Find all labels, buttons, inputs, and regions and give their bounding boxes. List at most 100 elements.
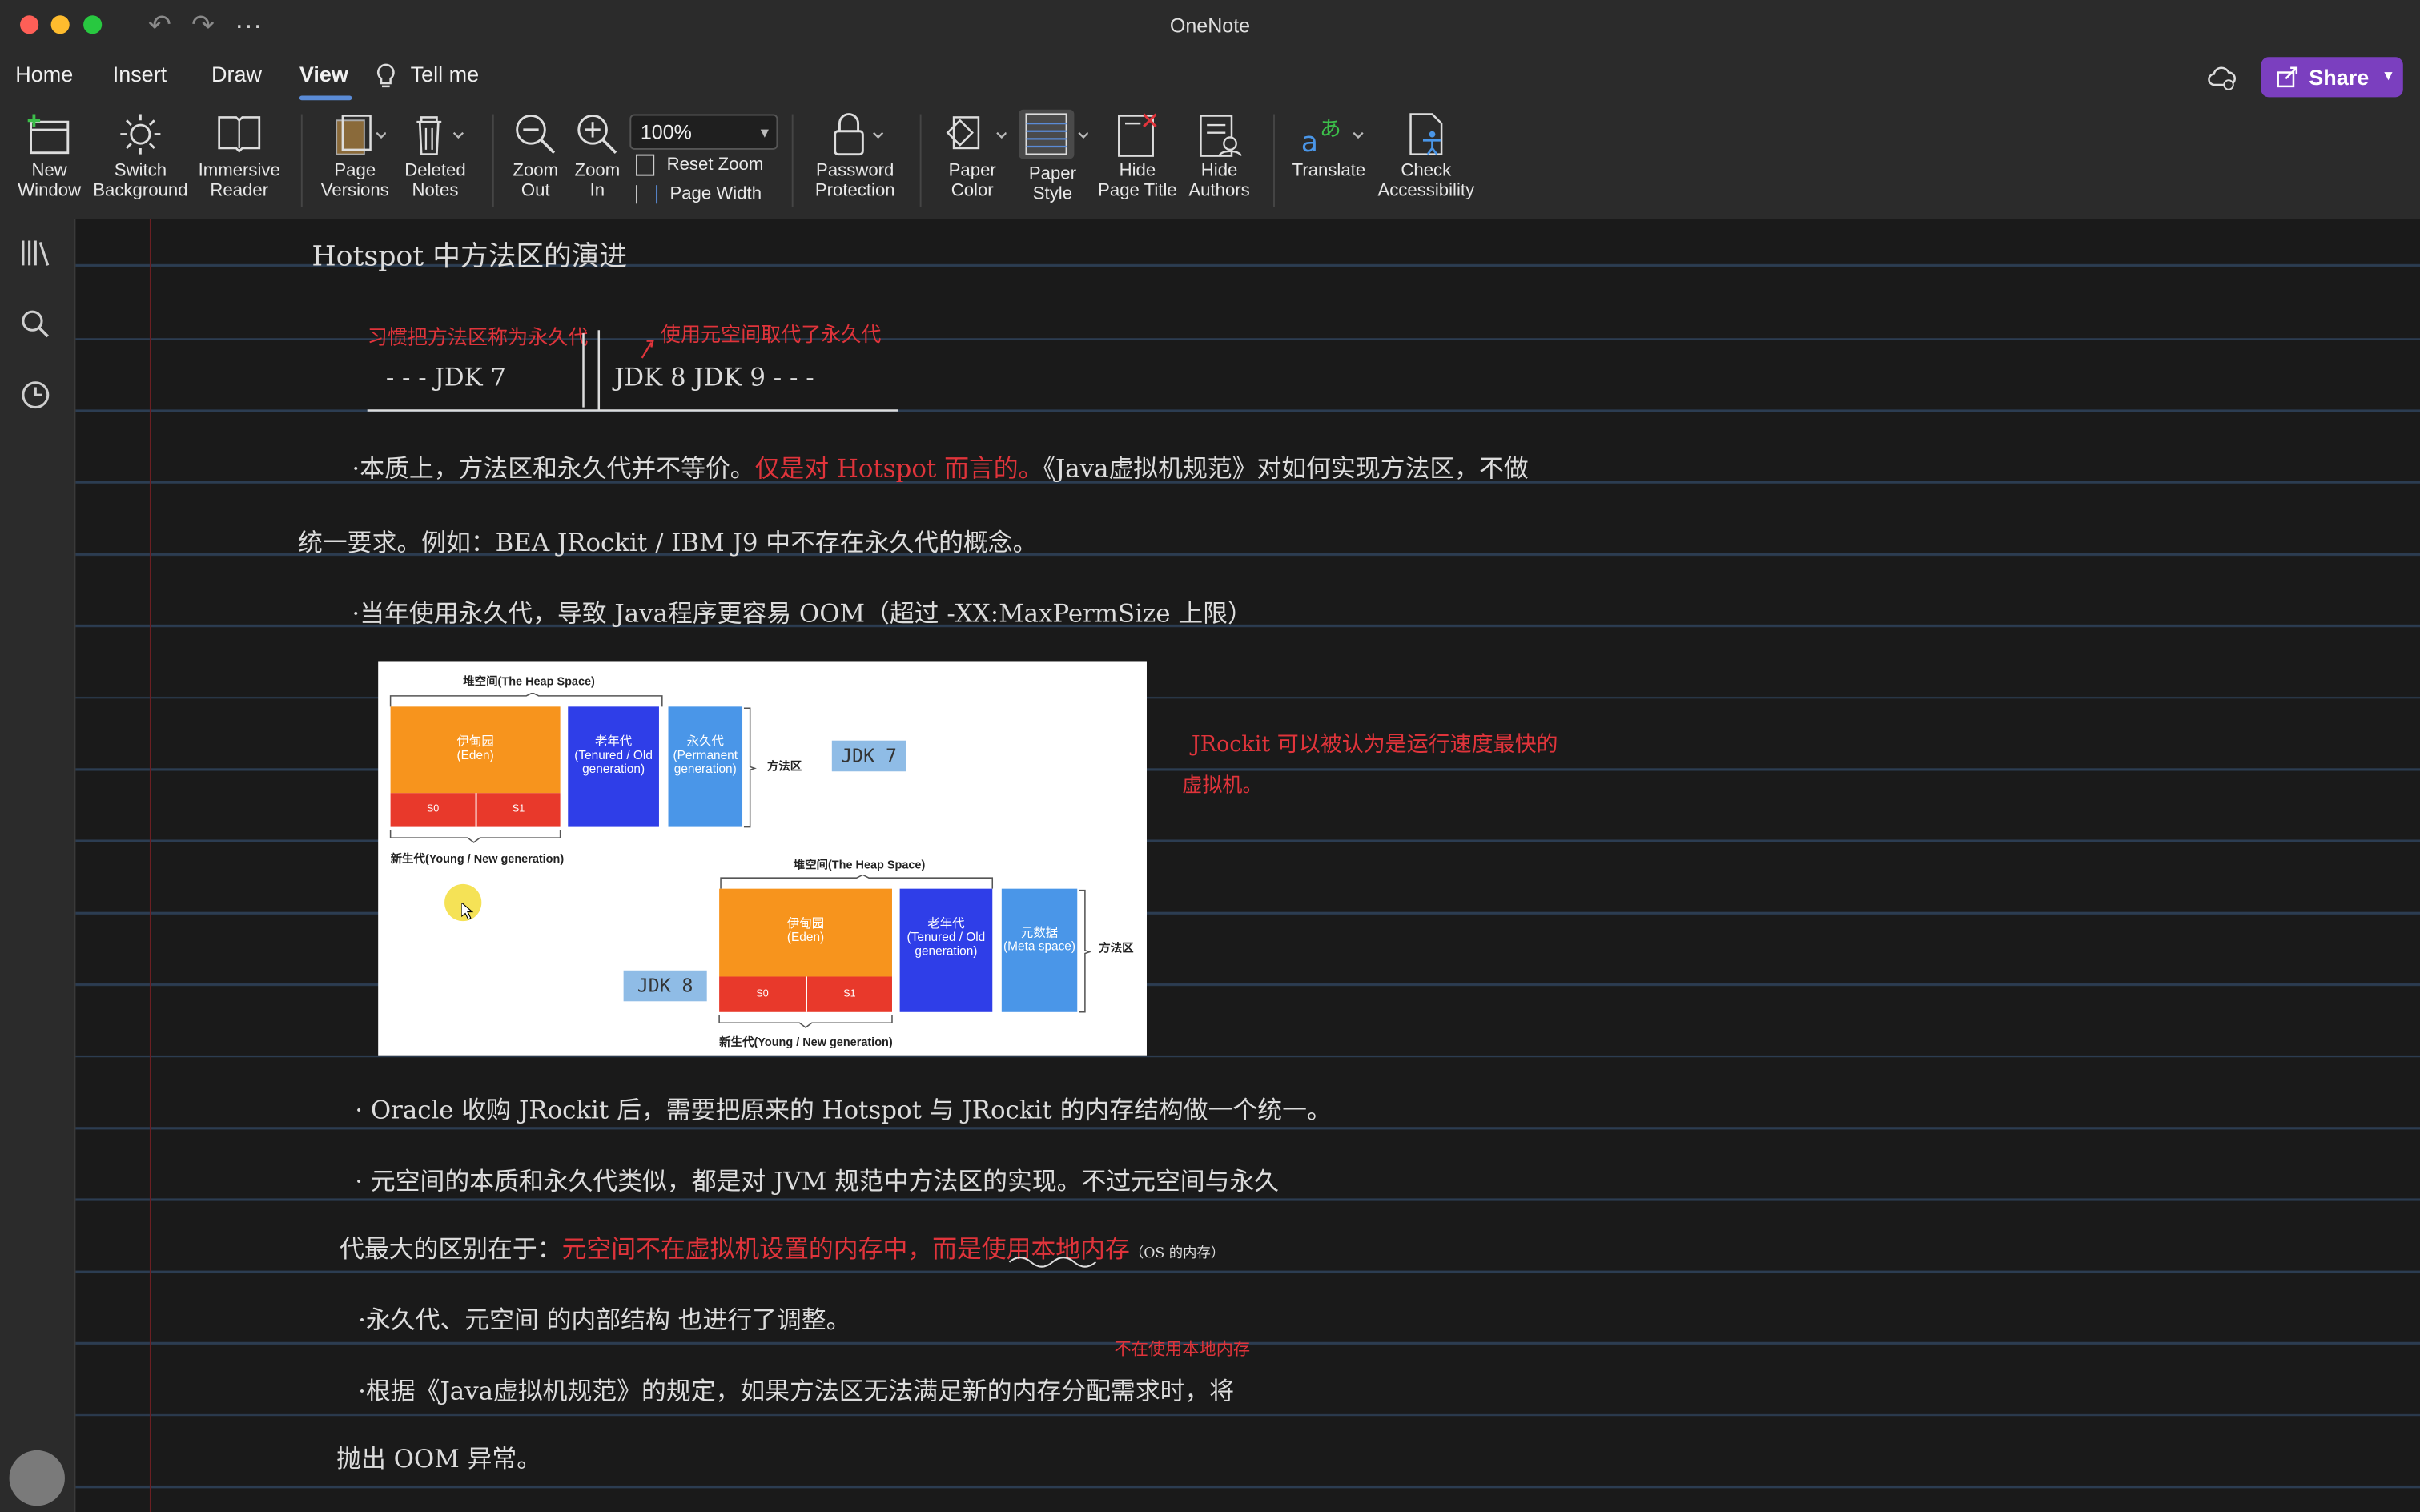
cursor-icon — [460, 899, 474, 927]
paragraph-1: ·本质上，方法区和永久代并不等价。仅是对 Hotspot 而言的。《Java虚拟… — [352, 448, 1528, 485]
diagram-bracket — [1079, 889, 1092, 1013]
hide-authors-button[interactable]: Hide Authors — [1182, 111, 1256, 201]
paper-style-label: Paper Style — [1028, 165, 1076, 203]
paragraph-8: ·根据《Java虚拟机规范》的规定，如果方法区无法满足新的内存分配需求时，将 — [358, 1376, 1235, 1406]
diagram-s1-bottom: S1 — [806, 976, 892, 1012]
svg-text:あ: あ — [1320, 117, 1341, 142]
check-accessibility-label: Check Accessibility — [1377, 162, 1475, 200]
diagram-jdk7-tag: JDK 7 — [831, 740, 906, 772]
page-margin-line — [149, 219, 151, 1512]
hide-page-title-button[interactable]: Hide Page Title — [1094, 111, 1180, 201]
diagram-perm-gen-box: 永久代 (Permanent generation) — [668, 706, 743, 827]
tab-insert[interactable]: Insert — [113, 62, 167, 86]
reset-zoom-label: Reset Zoom — [666, 155, 764, 175]
zoom-in-icon — [577, 115, 617, 154]
page-width-label: Page Width — [669, 185, 762, 204]
check-accessibility-button[interactable]: Check Accessibility — [1372, 111, 1480, 201]
sun-icon — [120, 114, 161, 155]
diagram-eden-box-top: 伊甸园 (Eden) — [390, 706, 561, 794]
zoom-level-select[interactable]: 100% ▼ — [629, 114, 778, 150]
diagram-old-gen-box-bottom: 老年代 (Tenured / Old generation) — [899, 888, 993, 1012]
share-icon — [2275, 65, 2300, 94]
ribbon-tabs: Home Insert Draw View Tell me Share ▼ — [0, 52, 2420, 106]
side-annotation-vm: 虚拟机。 — [1182, 774, 1263, 798]
diagram-young-label-bottom: 新生代(Young / New generation) — [719, 1035, 893, 1050]
diagram-old-gen-box-top: 老年代 (Tenured / Old generation) — [568, 706, 659, 827]
diagram-bracket — [718, 1015, 893, 1029]
hide-page-title-label: Hide Page Title — [1098, 162, 1177, 200]
page-title: Hotspot 中方法区的演进 — [312, 240, 628, 273]
memory-structure-diagram[interactable]: 堆空间(The Heap Space) 伊甸园 (Eden) S0 S1 老年代… — [378, 662, 1147, 1056]
paragraph-1-end: 《Java虚拟机规范》对如何实现方法区，不做 — [1043, 453, 1529, 483]
paragraph-9: 抛出 OOM 异常。 — [336, 1444, 542, 1474]
page-versions-icon — [336, 115, 386, 155]
paragraph-4: · Oracle 收购 JRockit 后，需要把原来的 Hotspot 与 J… — [355, 1095, 1332, 1125]
tab-draw[interactable]: Draw — [211, 62, 262, 86]
notebooks-icon[interactable] — [20, 238, 54, 276]
share-button[interactable]: Share ▼ — [2261, 57, 2403, 98]
diagram-heap-label-top: 堆空间(The Heap Space) — [463, 674, 595, 689]
onenote-window: ↶ ↷ ··· OneNote Home Insert Draw View Te… — [0, 0, 2420, 1512]
diagram-heap-label-bottom: 堆空间(The Heap Space) — [793, 858, 926, 872]
paragraph-2: 统一要求。例如：BEA JRockit / IBM J9 中不存在永久代的概念。 — [297, 527, 1038, 557]
side-annotation-native-memory: 不在使用本地内存 — [1114, 1339, 1251, 1360]
hide-authors-label: Hide Authors — [1188, 162, 1250, 200]
tab-view[interactable]: View — [299, 62, 348, 86]
lock-icon — [834, 113, 884, 156]
diagram-s1-top: S1 — [475, 793, 561, 827]
paper-style-button[interactable]: Paper Style — [1014, 108, 1091, 203]
ribbon-divider — [1273, 114, 1275, 207]
zoom-out-button[interactable]: Zoom Out — [505, 111, 566, 201]
password-protection-button[interactable]: Password Protection — [806, 111, 904, 201]
new-window-button[interactable]: New Window — [10, 111, 90, 201]
page-width-icon — [636, 185, 658, 204]
new-window-icon — [27, 114, 70, 155]
password-protection-label: Password Protection — [814, 162, 895, 200]
ribbon-divider — [492, 114, 494, 207]
translate-icon: aあ — [1301, 117, 1364, 158]
paper-color-label: Paper Color — [948, 162, 996, 200]
diagram-bracket — [389, 830, 561, 843]
zoom-in-button[interactable]: Zoom In — [566, 111, 628, 201]
paragraph-6-note: （OS 的内存） — [1129, 1246, 1225, 1262]
zoom-out-icon — [516, 115, 556, 154]
title-bar: ↶ ↷ ··· OneNote — [0, 0, 2420, 53]
reset-zoom-icon — [636, 154, 655, 176]
zoom-level-value: 100% — [640, 120, 692, 144]
paragraph-3: ·当年使用永久代，导致 Java程序更容易 OOM（超过 -XX:MaxPerm… — [352, 598, 1252, 629]
underline-squiggle — [1008, 1257, 1097, 1268]
paragraph-6-start: 代最大的区别在于： — [340, 1234, 562, 1264]
reset-zoom-button[interactable]: Reset Zoom — [636, 154, 764, 176]
diagram-method-area-bottom: 方法区 — [1099, 941, 1134, 955]
hide-authors-icon — [1200, 115, 1242, 157]
accessibility-icon — [1409, 113, 1443, 155]
immersive-reader-label: Immersive Reader — [198, 162, 280, 200]
paragraph-7: ·永久代、元空间 的内部结构 也进行了调整。 — [358, 1305, 851, 1335]
diagram-s0-bottom: S0 — [719, 976, 806, 1012]
immersive-reader-icon — [218, 116, 261, 153]
diagram-young-label-top: 新生代(Young / New generation) — [390, 851, 565, 866]
page-versions-button[interactable]: Page Versions — [312, 111, 398, 201]
sync-status-icon[interactable] — [2207, 65, 2238, 93]
paragraph-1-highlight: 仅是对 Hotspot 而言的。 — [754, 453, 1043, 483]
recent-notes-clock-icon[interactable] — [20, 380, 51, 418]
translate-button[interactable]: aあ Translate — [1284, 111, 1374, 182]
ribbon-divider — [300, 114, 303, 207]
chevron-down-icon: ▼ — [758, 125, 772, 141]
tab-home[interactable]: Home — [15, 62, 73, 86]
svg-text:a: a — [1301, 127, 1318, 158]
share-label: Share — [2309, 64, 2370, 90]
switch-background-button[interactable]: Switch Background — [90, 111, 191, 201]
timeline-drawing — [367, 330, 898, 412]
lightbulb-icon — [375, 62, 396, 93]
avatar[interactable] — [9, 1450, 65, 1506]
tell-me-search[interactable]: Tell me — [411, 62, 479, 86]
ruled-lines-icon — [1019, 109, 1088, 159]
search-icon[interactable] — [20, 308, 51, 347]
active-tab-indicator — [299, 95, 352, 101]
deleted-notes-button[interactable]: Deleted Notes — [396, 111, 473, 201]
page-width-button[interactable]: Page Width — [636, 185, 762, 203]
immersive-reader-button[interactable]: Immersive Reader — [191, 111, 287, 201]
paper-color-button[interactable]: Paper Color — [931, 111, 1014, 201]
switch-background-label: Switch Background — [93, 162, 188, 200]
